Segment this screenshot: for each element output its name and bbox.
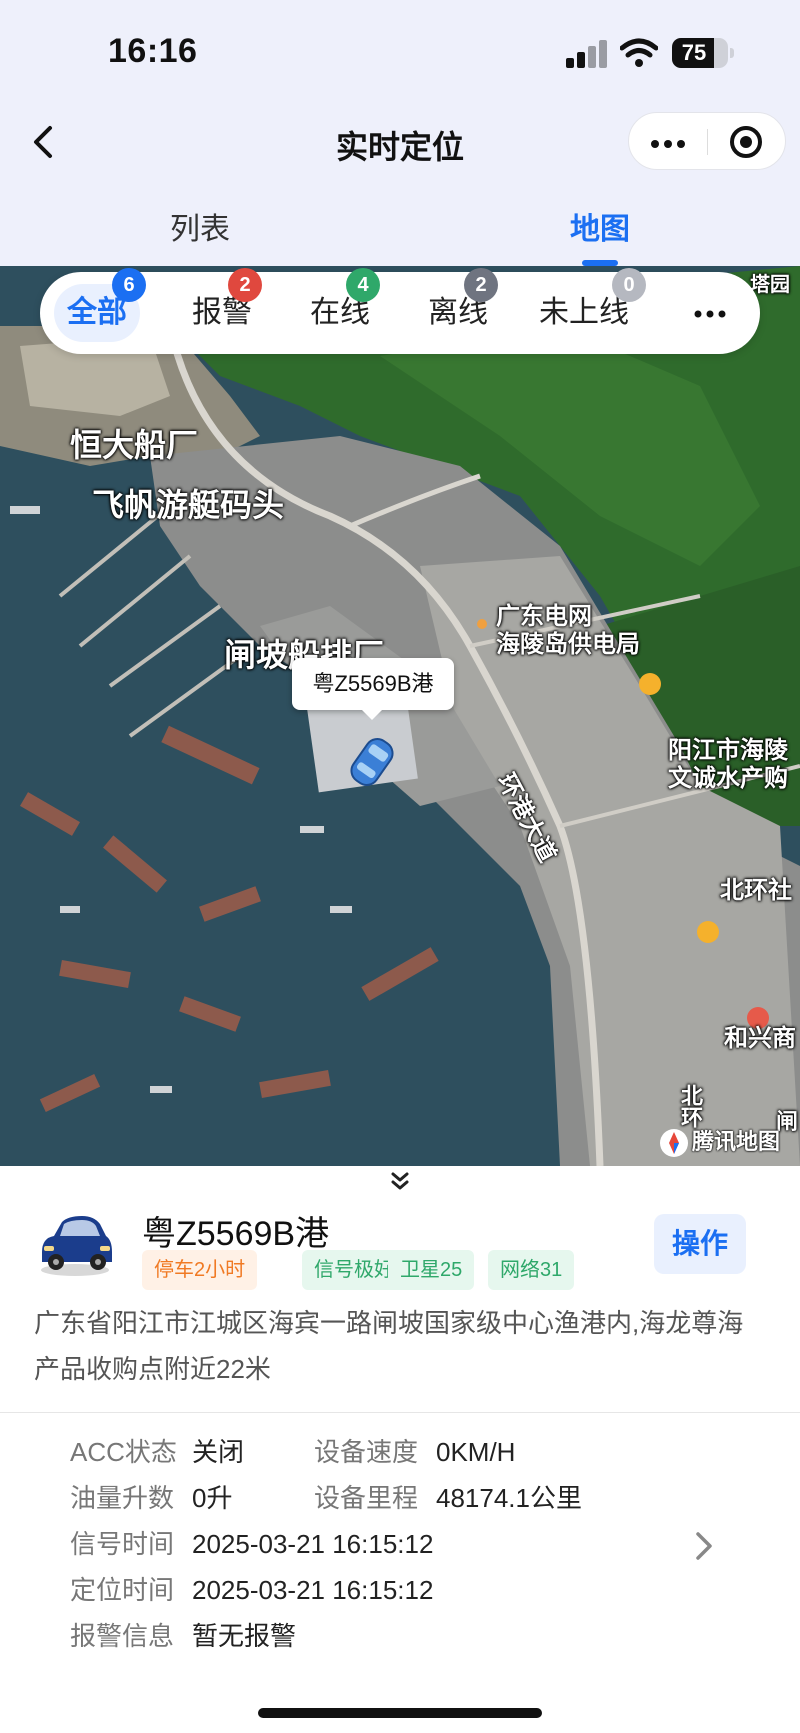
nav-bar: 实时定位 — [0, 100, 800, 190]
filter-all-count: 6 — [112, 268, 146, 302]
close-miniprogram-button[interactable] — [709, 113, 787, 171]
signal-time-value: 2025-03-21 16:15:12 — [192, 1529, 434, 1559]
cellular-signal-icon — [566, 40, 610, 68]
alarm-label: 报警信息 — [70, 1621, 175, 1651]
chevron-double-down-icon — [391, 1172, 409, 1190]
operate-button[interactable]: 操作 — [654, 1214, 746, 1274]
vehicle-marker[interactable] — [340, 732, 404, 792]
tag-satellites: 卫星25 — [388, 1250, 475, 1290]
mini-program-capsule — [628, 112, 786, 170]
info-row-acc: ACC状态 关闭 设备速度 0KM/H — [70, 1432, 690, 1472]
map-provider-logo: 腾讯地图 — [660, 1124, 781, 1158]
speed-value: 0KM/H — [436, 1437, 516, 1467]
home-indicator — [258, 1708, 542, 1718]
mileage-label: 设备里程 — [314, 1483, 419, 1513]
fuel-value: 0升 — [192, 1483, 233, 1513]
map-provider-name: 腾讯地图 — [692, 1129, 781, 1154]
view-tabs: 列表 地图 — [0, 190, 800, 266]
filter-more-button[interactable] — [680, 284, 740, 342]
filter-offline-count: 2 — [464, 268, 498, 302]
map-label-xingshang: 和兴商 — [724, 1025, 796, 1052]
map-label-road-bei: 北环 — [678, 1084, 703, 1128]
battery-level: 75 — [681, 40, 707, 65]
vehicle-plate: 粤Z5569B港 — [142, 1215, 330, 1253]
tag-network: 网络31 — [488, 1250, 575, 1290]
filter-never-online-count: 0 — [612, 268, 646, 302]
wifi-icon — [620, 38, 658, 67]
car-avatar-icon — [41, 1216, 112, 1276]
info-row-locate-time: 定位时间 2025-03-21 16:15:12 — [70, 1570, 690, 1610]
map-label-community: 北环社 — [720, 877, 792, 904]
map-label-power-bureau: 海陵岛供电局 — [496, 631, 640, 658]
acc-label: ACC状态 — [70, 1437, 177, 1467]
info-row-fuel: 油量升数 0升 设备里程 48174.1公里 — [70, 1478, 690, 1518]
tab-list[interactable]: 列表 — [0, 204, 400, 248]
target-icon — [730, 126, 762, 158]
car-icon — [350, 738, 394, 786]
map-view[interactable]: 塔园 环岛 恒大船厂 飞帆游艇码头 闸坡船排厂 广东电网 海陵岛供电局 阳江市海… — [0, 266, 800, 1166]
speed-label: 设备速度 — [314, 1437, 419, 1467]
vehicle-info-panel: 粤Z5569B港 停车2小时 信号极好 卫星25 网络31 操作 广东省阳江市江… — [0, 1166, 800, 1733]
map-label-shop-2: 文诚水产购 — [668, 765, 788, 792]
mileage-value: 48174.1公里 — [436, 1483, 582, 1513]
locate-time-value: 2025-03-21 16:15:12 — [192, 1575, 434, 1605]
map-label-tayuan: 塔园 — [750, 274, 790, 296]
tab-map[interactable]: 地图 — [400, 204, 800, 248]
status-time: 16:16 — [108, 32, 198, 70]
status-filter-bar: 全部 6 报警 2 在线 4 离线 2 未上线 0 — [40, 268, 760, 354]
filter-alarm-count: 2 — [228, 268, 262, 302]
status-bar: 16:16 75 — [0, 0, 800, 100]
details-button[interactable] — [690, 1528, 718, 1564]
battery-icon: 75 — [672, 38, 728, 68]
filter-online-count: 4 — [346, 268, 380, 302]
info-row-signal-time: 信号时间 2025-03-21 16:15:12 — [70, 1524, 690, 1564]
locate-time-label: 定位时间 — [70, 1575, 175, 1605]
more-horizontal-icon — [694, 310, 726, 318]
fuel-label: 油量升数 — [70, 1483, 175, 1513]
acc-value: 关闭 — [192, 1437, 245, 1467]
collapse-panel-button[interactable] — [388, 1170, 412, 1196]
map-label-yacht-pier: 飞帆游艇码头 — [92, 487, 285, 523]
vehicle-callout[interactable]: 粤Z5569B港 — [292, 658, 454, 720]
vehicle-address: 广东省阳江市江城区海宾一路闸坡国家级中心渔港内,海龙尊海产品收购点附近22米 — [34, 1308, 744, 1384]
more-menu-button[interactable] — [629, 113, 707, 171]
divider — [0, 1412, 800, 1413]
satellite-imagery — [0, 266, 800, 1166]
signal-time-label: 信号时间 — [70, 1529, 175, 1559]
info-row-alarm: 报警信息 暂无报警 — [70, 1616, 690, 1656]
map-label-shipyard: 恒大船厂 — [70, 427, 199, 463]
tag-parking-duration: 停车2小时 — [142, 1250, 258, 1290]
compass-icon — [660, 1129, 688, 1158]
chevron-right-icon — [696, 1532, 712, 1560]
alarm-value: 暂无报警 — [192, 1621, 297, 1651]
